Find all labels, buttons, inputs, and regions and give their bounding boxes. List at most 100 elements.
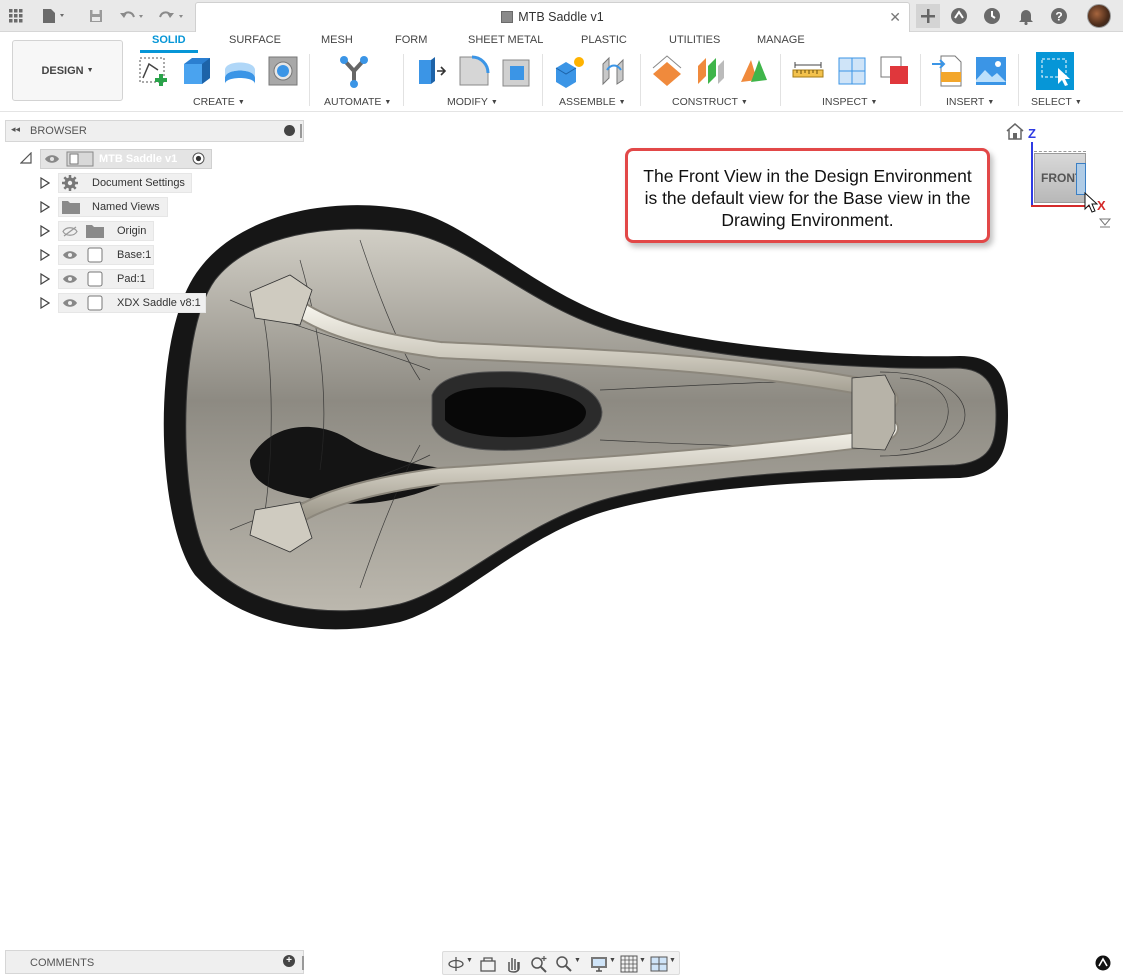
tab-plastic[interactable]: PLASTIC — [581, 34, 627, 46]
activate-radio-icon[interactable] — [192, 152, 205, 165]
apps-grid-icon[interactable] — [6, 6, 26, 26]
viewcube[interactable]: Z FRONT X — [1000, 118, 1120, 233]
fillet-icon[interactable] — [457, 54, 491, 88]
profile-avatar[interactable] — [1087, 4, 1111, 28]
toolbar-divider — [780, 54, 781, 106]
viewcube-menu-icon[interactable] — [1098, 215, 1112, 229]
interference-icon[interactable] — [835, 54, 869, 88]
display-settings-icon[interactable] — [590, 955, 608, 973]
chamfer-icon[interactable] — [500, 54, 534, 88]
expand-triangle-icon[interactable] — [40, 177, 50, 189]
select-icon[interactable] — [1036, 52, 1074, 90]
midplane-icon[interactable] — [694, 54, 728, 88]
tree-item-label: Document Settings — [92, 177, 185, 189]
tab-manage[interactable]: MANAGE — [757, 34, 805, 46]
toolbar-divider — [1018, 54, 1019, 106]
browser-title: BROWSER — [30, 125, 87, 137]
display-menu-caret-icon[interactable]: ▼ — [609, 957, 616, 964]
joint-icon[interactable] — [597, 54, 631, 88]
expand-triangle-icon[interactable] — [40, 249, 50, 261]
visibility-eye-icon[interactable] — [62, 274, 78, 284]
grid-settings-icon[interactable] — [620, 955, 638, 973]
select-group-label[interactable]: SELECT ▼ — [1031, 96, 1082, 108]
viewports-icon[interactable] — [650, 955, 668, 973]
fit-zoom-icon[interactable] — [555, 955, 573, 973]
viewcube-top-edge[interactable] — [1034, 151, 1086, 159]
automate-group-label[interactable]: AUTOMATE ▼ — [324, 96, 391, 108]
collapse-panel-icon[interactable]: ◂◂ — [11, 124, 20, 135]
modify-group-label[interactable]: MODIFY ▼ — [447, 96, 498, 108]
toolbar-divider — [309, 54, 310, 106]
file-icon[interactable] — [38, 6, 70, 26]
toolbar-divider — [920, 54, 921, 106]
add-comment-icon[interactable]: + — [283, 955, 295, 967]
create-group-label[interactable]: CREATE ▼ — [193, 96, 245, 108]
save-icon[interactable] — [86, 6, 106, 26]
plane-at-angle-icon[interactable] — [737, 54, 771, 88]
document-tab[interactable]: MTB Saddle v1 ✕ — [195, 2, 910, 32]
notifications-icon[interactable] — [1016, 6, 1036, 26]
tab-sheet-metal[interactable]: SHEET METAL — [468, 34, 543, 46]
home-view-icon[interactable] — [1005, 122, 1025, 140]
axis-z-label: Z — [1028, 126, 1036, 141]
orbit-icon[interactable] — [447, 955, 465, 973]
offset-plane-icon[interactable] — [650, 54, 684, 88]
tab-mesh[interactable]: MESH — [321, 34, 353, 46]
expand-triangle-icon[interactable] — [40, 297, 50, 309]
redo-icon[interactable] — [156, 6, 188, 26]
tab-form[interactable]: FORM — [395, 34, 427, 46]
shell-icon[interactable] — [266, 54, 300, 88]
insert-svg-icon[interactable] — [931, 54, 965, 88]
viewcube-right-face[interactable] — [1076, 163, 1086, 195]
pan-hand-icon[interactable] — [504, 955, 522, 973]
create-sketch-icon[interactable] — [137, 54, 171, 88]
tab-utilities[interactable]: UTILITIES — [669, 34, 720, 46]
tab-surface[interactable]: SURFACE — [229, 34, 281, 46]
revolve-icon[interactable] — [222, 54, 256, 88]
construct-group-label[interactable]: CONSTRUCT ▼ — [672, 96, 748, 108]
visibility-eye-icon[interactable] — [62, 250, 78, 260]
close-tab-icon[interactable]: ✕ — [889, 9, 901, 26]
help-icon[interactable]: ? — [1049, 6, 1069, 26]
measure-icon[interactable] — [791, 54, 825, 88]
visibility-eye-icon[interactable] — [44, 154, 60, 164]
ribbon-toolbar: DESIGN ▼ SOLID SURFACE MESH FORM SHEET ME… — [0, 32, 1123, 112]
collapse-triangle-icon[interactable] — [20, 152, 32, 164]
press-pull-icon[interactable] — [415, 54, 449, 88]
insert-group-label[interactable]: INSERT ▼ — [946, 96, 994, 108]
expand-triangle-icon[interactable] — [40, 225, 50, 237]
extensions-icon[interactable] — [949, 6, 969, 26]
panel-resize-handle[interactable] — [302, 956, 304, 970]
new-tab-icon[interactable] — [916, 4, 940, 28]
minimize-panel-icon[interactable] — [284, 125, 295, 136]
orbit-menu-caret-icon[interactable]: ▼ — [466, 957, 473, 964]
visibility-eye-icon[interactable] — [62, 298, 78, 308]
panel-resize-handle[interactable] — [300, 124, 302, 138]
svg-text:?: ? — [1055, 10, 1062, 24]
expand-triangle-icon[interactable] — [40, 273, 50, 285]
browser-panel-header[interactable]: ◂◂ BROWSER — [5, 120, 304, 142]
new-component-icon[interactable] — [553, 54, 587, 88]
inspect-group-label[interactable]: INSPECT ▼ — [822, 96, 877, 108]
assemble-group-label[interactable]: ASSEMBLE ▼ — [559, 96, 626, 108]
undo-icon[interactable] — [118, 6, 148, 26]
zoom-menu-caret-icon[interactable]: ▼ — [574, 957, 581, 964]
job-status-icon[interactable] — [982, 6, 1002, 26]
hidden-eye-icon[interactable] — [62, 226, 78, 237]
zoom-icon[interactable] — [530, 955, 548, 973]
workspace-switcher[interactable]: DESIGN ▼ — [12, 40, 123, 101]
grid-menu-caret-icon[interactable]: ▼ — [639, 957, 646, 964]
insert-canvas-icon[interactable] — [974, 54, 1008, 88]
comments-panel[interactable]: COMMENTS + — [5, 950, 304, 974]
navigation-bar: ▼ ▼ ▼ ▼ ▼ — [442, 951, 680, 975]
extrude-icon[interactable] — [180, 54, 214, 88]
document-component-icon — [66, 151, 94, 167]
look-at-icon[interactable] — [479, 955, 497, 973]
tab-solid[interactable]: SOLID — [152, 34, 186, 46]
expand-triangle-icon[interactable] — [40, 201, 50, 213]
viewports-menu-caret-icon[interactable]: ▼ — [669, 957, 676, 964]
annotation-callout: The Front View in the Design Environment… — [625, 148, 990, 243]
section-analysis-icon[interactable] — [878, 54, 912, 88]
callout-text: The Front View in the Design Environment… — [643, 166, 972, 230]
automate-icon[interactable] — [337, 54, 371, 88]
